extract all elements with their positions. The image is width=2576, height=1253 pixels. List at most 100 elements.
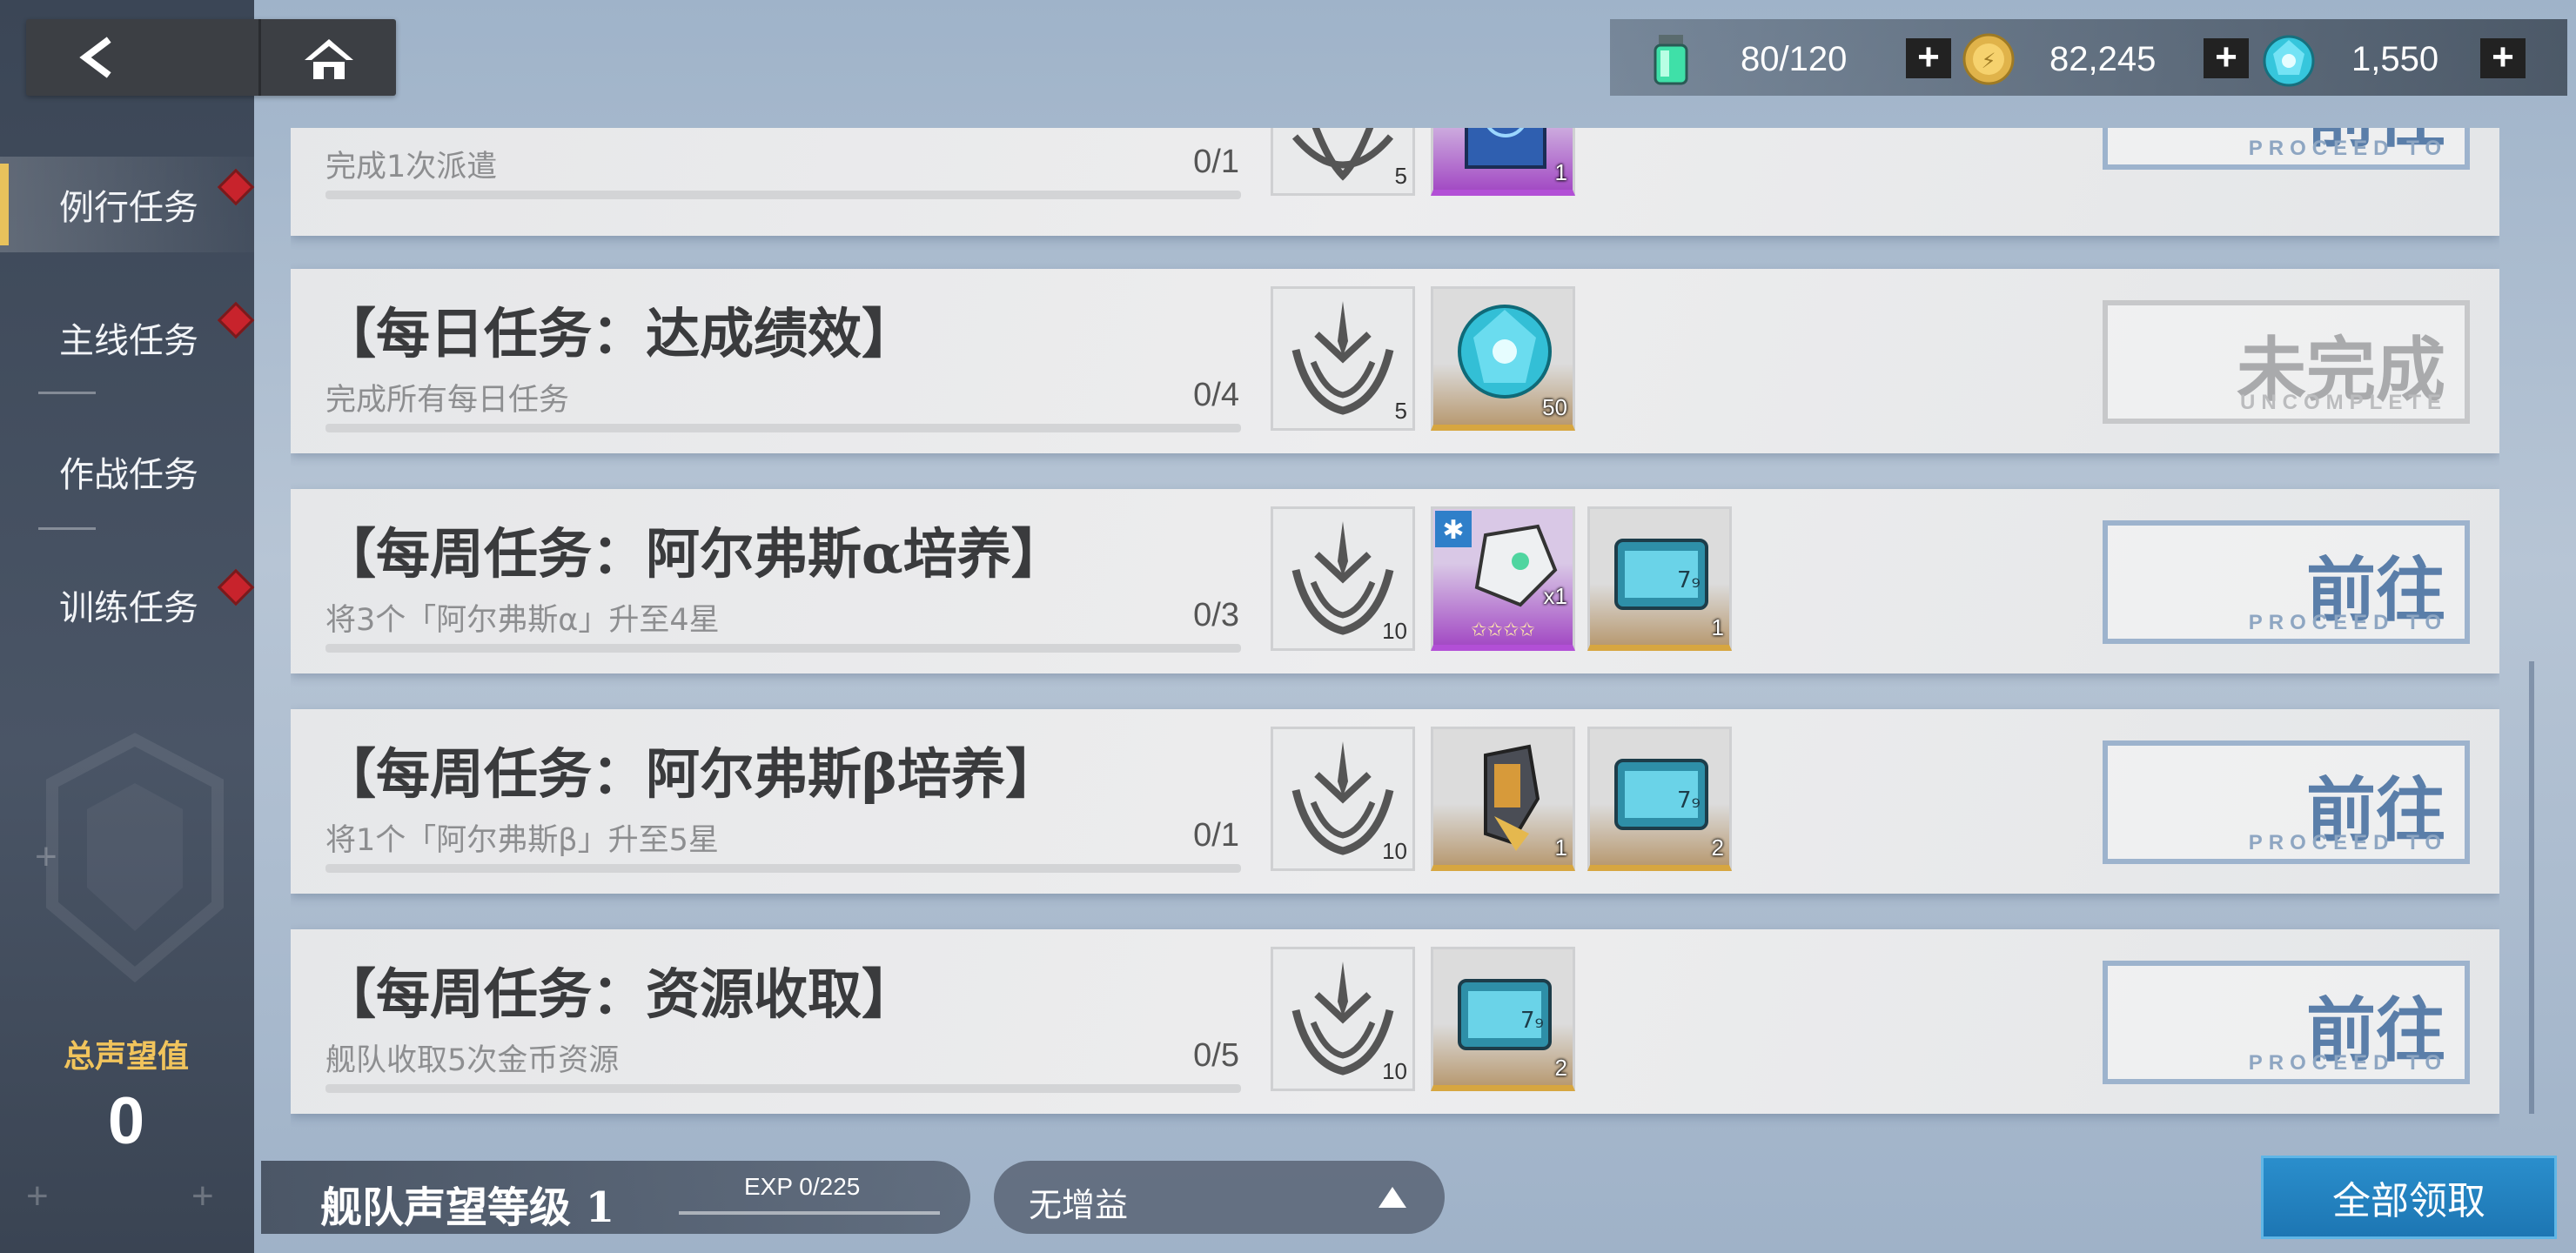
reward-data-chip[interactable]: 7₉ 1 bbox=[1587, 506, 1732, 651]
svg-text:7₉: 7₉ bbox=[1677, 787, 1701, 814]
data-chip-icon: 7₉ bbox=[1458, 979, 1552, 1050]
add-coins-button[interactable]: + bbox=[2204, 38, 2249, 78]
scrollbar[interactable] bbox=[2529, 661, 2534, 1114]
reward-upgrade-part[interactable]: 1 bbox=[1431, 727, 1575, 871]
progress-bar bbox=[325, 1084, 1241, 1093]
reward-reputation-emblem[interactable]: 5 bbox=[1271, 286, 1415, 431]
coin-value: 82,245 bbox=[2049, 40, 2157, 78]
mecha-unit-card-icon: ✱ ✩✩✩✩ bbox=[1435, 511, 1558, 641]
reward-quantity: 2 bbox=[1711, 834, 1724, 861]
reputation-emblem-icon bbox=[1291, 128, 1394, 181]
divider bbox=[38, 527, 96, 530]
task-title: 【每周任务：阿尔弗斯β培养】 bbox=[322, 742, 1060, 806]
task-card: 【每周任务：资源收取】 舰队收取5次金币资源 0/5 10 7₉ 2 前往 PR… bbox=[291, 929, 2499, 1114]
task-description: 完成1次派遣 bbox=[325, 150, 498, 184]
sidebar-item-training-tasks[interactable]: 训练任务 bbox=[0, 557, 255, 653]
buff-dropdown[interactable]: 无增益 bbox=[994, 1161, 1445, 1234]
svg-text:✱: ✱ bbox=[1442, 515, 1464, 546]
sidebar-item-label: 训练任务 bbox=[59, 588, 198, 628]
action-sublabel: PROCEED TO bbox=[2248, 611, 2447, 634]
reward-data-chip[interactable]: 7₉ 2 bbox=[1431, 947, 1575, 1091]
task-card: 完成1次派遣 0/1 5 1 前往 PROCEED TO bbox=[291, 128, 2499, 236]
uncomplete-status: 未完成 UNCOMPLETE bbox=[2103, 300, 2470, 424]
sidebar: 例行任务 主线任务 作战任务 训练任务 + + + 总声望值 0 bbox=[0, 0, 255, 1253]
svg-text:7₉: 7₉ bbox=[1520, 1008, 1544, 1034]
task-description: 将1个「阿尔弗斯β」升至5星 bbox=[325, 823, 719, 858]
upgrade-part-icon bbox=[1484, 744, 1540, 851]
task-card: 【每周任务：阿尔弗斯α培养】 将3个「阿尔弗斯α」升至4星 0/3 10 ✱ ✩… bbox=[291, 489, 2499, 673]
task-list[interactable]: 完成1次派遣 0/1 5 1 前往 PROCEED TO 【每日任务：达成绩效】… bbox=[291, 128, 2499, 1137]
chevron-left-icon bbox=[79, 37, 111, 78]
data-chip-icon: 7₉ bbox=[1614, 539, 1708, 610]
task-card: 【每周任务：阿尔弗斯β培养】 将1个「阿尔弗斯β」升至5星 0/1 10 1 7… bbox=[291, 709, 2499, 894]
blue-crystal-icon bbox=[2263, 35, 2315, 87]
home-button[interactable] bbox=[261, 19, 396, 96]
sidebar-item-label: 作战任务 bbox=[59, 455, 198, 495]
divider bbox=[38, 392, 96, 394]
progress-bar bbox=[325, 191, 1241, 199]
reputation-emblem-icon bbox=[1291, 301, 1394, 415]
back-button[interactable] bbox=[26, 19, 261, 96]
task-progress: 0/1 bbox=[1193, 144, 1239, 180]
action-sublabel: PROCEED TO bbox=[2248, 831, 2447, 854]
reward-reputation-emblem[interactable]: 10 bbox=[1271, 506, 1415, 651]
stamina-vial-icon bbox=[1654, 35, 1688, 85]
reward-reputation-emblem[interactable]: 5 bbox=[1271, 128, 1415, 196]
reward-blue-crystal[interactable]: 50 bbox=[1431, 286, 1575, 431]
total-reputation-value: 0 bbox=[107, 1084, 145, 1158]
reward-quantity: 2 bbox=[1554, 1055, 1567, 1081]
reward-quantity: 1 bbox=[1711, 614, 1724, 640]
reward-quantity: 5 bbox=[1394, 398, 1407, 424]
reward-quantity: 1 bbox=[1554, 159, 1567, 185]
progress-bar bbox=[325, 864, 1241, 873]
proceed-button[interactable]: 前往 PROCEED TO bbox=[2103, 128, 2470, 170]
svg-text:⚡: ⚡ bbox=[1982, 49, 1996, 73]
task-description: 完成所有每日任务 bbox=[325, 383, 570, 418]
top-navigation bbox=[26, 19, 396, 96]
currency-bar: 80/120 + ⚡ 82,245 + 1,550 + bbox=[1610, 19, 2567, 96]
reward-quantity: 1 bbox=[1554, 834, 1567, 861]
reward-quantity: 10 bbox=[1382, 838, 1407, 864]
task-title: 【每周任务：资源收取】 bbox=[322, 962, 916, 1026]
sidebar-item-label: 主线任务 bbox=[59, 321, 198, 361]
stamina-value: 80/120 bbox=[1741, 40, 1848, 78]
reward-reputation-emblem[interactable]: 10 bbox=[1271, 947, 1415, 1091]
task-progress: 0/5 bbox=[1193, 1037, 1239, 1074]
reward-mecha-unit[interactable]: ✱ ✩✩✩✩ x1 bbox=[1431, 506, 1575, 651]
reward-quantity: 10 bbox=[1382, 1058, 1407, 1084]
total-reputation-label: 总声望值 bbox=[63, 1039, 189, 1075]
crystal-value: 1,550 bbox=[2351, 40, 2439, 78]
proceed-button[interactable]: 前往 PROCEED TO bbox=[2103, 520, 2470, 644]
task-progress: 0/1 bbox=[1193, 817, 1239, 854]
svg-text:✩✩✩✩: ✩✩✩✩ bbox=[1471, 620, 1535, 641]
sidebar-item-combat-tasks[interactable]: 作战任务 bbox=[0, 424, 254, 519]
notification-badge bbox=[217, 568, 255, 606]
reward-quantity: 50 bbox=[1542, 394, 1567, 420]
reward-reputation-emblem[interactable]: 10 bbox=[1271, 727, 1415, 871]
fleet-reputation-bar: 舰队声望等级 1 EXP 0/225 bbox=[261, 1161, 970, 1234]
sidebar-item-main-tasks[interactable]: 主线任务 bbox=[0, 290, 255, 385]
task-card: 【每日任务：达成绩效】 完成所有每日任务 0/4 5 50 未完成 UNCOMP… bbox=[291, 269, 2499, 453]
reward-data-chip[interactable]: 7₉ 2 bbox=[1587, 727, 1732, 871]
task-progress: 0/4 bbox=[1193, 377, 1239, 413]
blueprint-icon bbox=[1465, 128, 1546, 169]
proceed-button[interactable]: 前往 PROCEED TO bbox=[2103, 740, 2470, 864]
decor-plus-icon: + bbox=[26, 1175, 49, 1217]
data-chip-icon: 7₉ bbox=[1614, 759, 1708, 830]
task-description: 舰队收取5次金币资源 bbox=[325, 1043, 620, 1078]
add-stamina-button[interactable]: + bbox=[1906, 38, 1951, 78]
proceed-button[interactable]: 前往 PROCEED TO bbox=[2103, 961, 2470, 1084]
claim-all-button[interactable]: 全部领取 bbox=[2261, 1156, 2557, 1239]
reward-blueprint[interactable]: 1 bbox=[1431, 128, 1575, 196]
action-sublabel: UNCOMPLETE bbox=[2240, 391, 2447, 414]
fleet-reputation-level: 舰队声望等级 1 bbox=[320, 1183, 615, 1232]
add-crystal-button[interactable]: + bbox=[2480, 38, 2526, 78]
exp-text: EXP 0/225 bbox=[744, 1173, 861, 1200]
task-description: 将3个「阿尔弗斯α」升至4星 bbox=[325, 603, 720, 638]
task-title: 【每周任务：阿尔弗斯α培养】 bbox=[322, 522, 1065, 586]
notification-badge bbox=[217, 301, 255, 339]
triangle-up-icon bbox=[1379, 1187, 1406, 1208]
sidebar-item-label: 例行任务 bbox=[59, 188, 198, 228]
home-icon bbox=[304, 39, 353, 79]
sidebar-item-routine-tasks[interactable]: 例行任务 bbox=[0, 157, 255, 252]
